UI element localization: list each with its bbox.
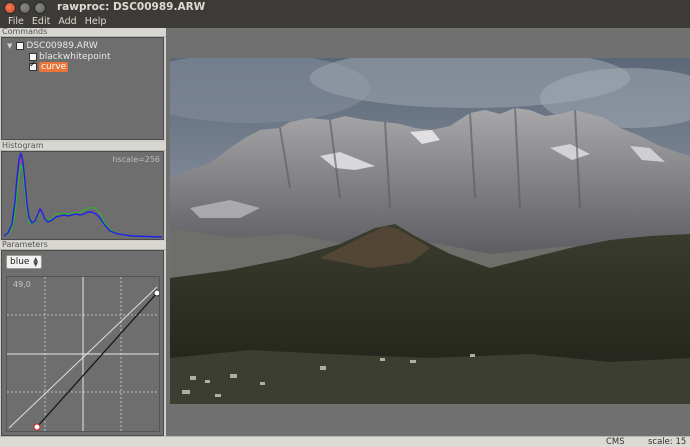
status-bar: CMS scale: 15: [0, 436, 690, 447]
window-controls: [4, 2, 46, 14]
curve-coordinate-readout: 49,0: [13, 280, 31, 289]
curve-checkbox[interactable]: [29, 60, 37, 71]
title-bar: rawproc: DSC00989.ARW: [0, 0, 690, 16]
channel-select-value: blue: [10, 257, 30, 267]
root-checkbox[interactable]: [16, 42, 25, 50]
tree-item-root[interactable]: ▼ DSC00989.ARW: [7, 41, 98, 51]
channel-select[interactable]: blue ▲ ▼: [6, 255, 42, 269]
select-arrows-icon: ▲ ▼: [33, 256, 38, 268]
parameters-panel-header[interactable]: Parameters: [0, 241, 166, 250]
mountain-photo: [170, 58, 690, 404]
tree-item-label: DSC00989.ARW: [26, 41, 98, 51]
tree-item-label: blackwhitepoint: [39, 52, 111, 62]
curve-point-end: [153, 289, 159, 297]
minimize-window-button[interactable]: [19, 2, 31, 14]
parameters-body: blue ▲ ▼ 49,0: [1, 250, 164, 436]
commands-tree: ▼ DSC00989.ARW blackwhitepoint curve: [1, 37, 164, 140]
tree-item-curve[interactable]: curve: [29, 60, 69, 72]
photo-preview[interactable]: [170, 58, 690, 404]
menu-add[interactable]: Add: [54, 16, 80, 28]
tree-item-blackwhitepoint[interactable]: blackwhitepoint: [29, 52, 110, 62]
commands-panel: Commands ▼ DSC00989.ARW blackwhitepoint …: [0, 28, 166, 140]
cms-status: CMS: [606, 437, 625, 447]
scale-status: scale: 15: [648, 437, 687, 447]
histogram-scale-label: hscale=256: [112, 155, 160, 164]
histogram-panel: Histogram hscale=256: [0, 142, 166, 240]
menu-bar: File Edit Add Help: [0, 16, 690, 28]
tree-expander-icon[interactable]: ▼: [7, 42, 12, 50]
image-view[interactable]: [166, 28, 690, 436]
tree-item-label: curve: [39, 62, 69, 72]
menu-help[interactable]: Help: [81, 16, 111, 28]
maximize-window-button[interactable]: [34, 2, 46, 14]
parameters-panel: Parameters blue ▲ ▼ 49,0: [0, 241, 166, 436]
tone-curve: [36, 292, 158, 428]
close-window-button[interactable]: [4, 2, 16, 14]
histogram-view[interactable]: hscale=256: [1, 151, 164, 240]
commands-panel-header[interactable]: Commands: [0, 28, 166, 37]
curve-editor[interactable]: 49,0: [6, 276, 160, 432]
histogram-panel-header[interactable]: Histogram: [0, 142, 166, 151]
curve-plot: [7, 277, 159, 431]
left-sidebar: Commands ▼ DSC00989.ARW blackwhitepoint …: [0, 28, 166, 436]
window-title: rawproc: DSC00989.ARW: [57, 1, 206, 13]
histogram-plot: [2, 152, 163, 239]
curve-point-start: [33, 423, 41, 431]
